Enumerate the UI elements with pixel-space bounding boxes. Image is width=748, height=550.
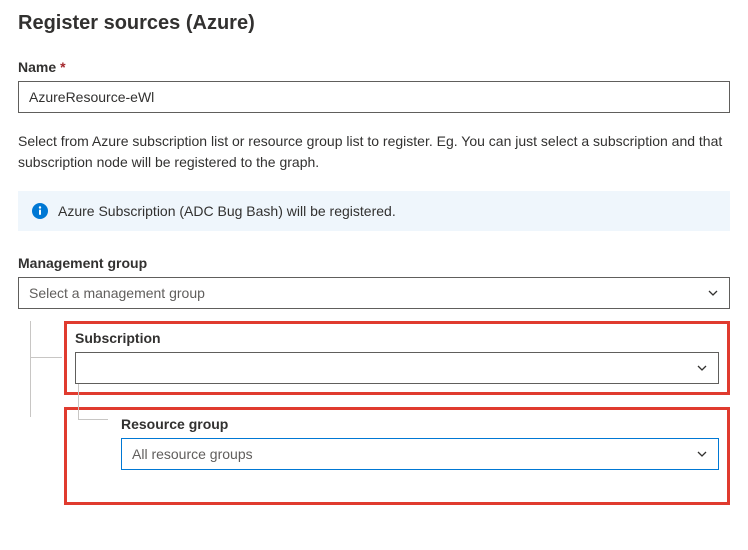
page-title: Register sources (Azure) [18,12,730,35]
management-group-select[interactable]: Select a management group [18,277,730,309]
name-label-row: Name * [18,59,730,75]
resource-group-label: Resource group [121,416,719,432]
resource-group-select-wrap: All resource groups [121,438,719,470]
management-group-placeholder: Select a management group [29,285,205,301]
tree-connector-branch-1 [30,357,62,358]
name-label: Name [18,59,56,75]
resource-group-value: All resource groups [132,446,253,462]
resource-group-block: Resource group All resource groups [121,416,719,470]
subscription-select-wrap [75,352,719,384]
name-input[interactable] [18,81,730,113]
required-asterisk: * [60,59,65,75]
info-banner-message: Azure Subscription (ADC Bug Bash) will b… [58,203,396,219]
subscription-highlight-box: Subscription [64,321,730,395]
resource-group-highlight-box: Resource group All resource groups [64,407,730,505]
tree-connector-sub-line [78,379,79,419]
subscription-indent: Subscription [64,321,730,395]
info-icon [32,203,48,219]
management-group-select-wrap: Select a management group [18,277,730,309]
hierarchy-tree: Subscription Resource group [18,321,730,505]
management-group-block: Management group Select a management gro… [18,255,730,309]
tree-level-container: Subscription Resource group [18,321,730,505]
chevron-down-icon [707,287,719,299]
management-group-label: Management group [18,255,730,271]
resource-group-indent: Resource group All resource groups [64,407,730,505]
tree-connector-branch-2 [78,419,108,420]
chevron-down-icon [696,362,708,374]
info-banner: Azure Subscription (ADC Bug Bash) will b… [18,191,730,231]
resource-group-select[interactable]: All resource groups [121,438,719,470]
description-text: Select from Azure subscription list or r… [18,131,730,173]
subscription-label: Subscription [75,330,719,346]
subscription-select[interactable] [75,352,719,384]
chevron-down-icon [696,448,708,460]
subscription-block: Subscription [75,330,719,384]
tree-connector-line [30,321,31,417]
name-field-block: Name * [18,59,730,113]
